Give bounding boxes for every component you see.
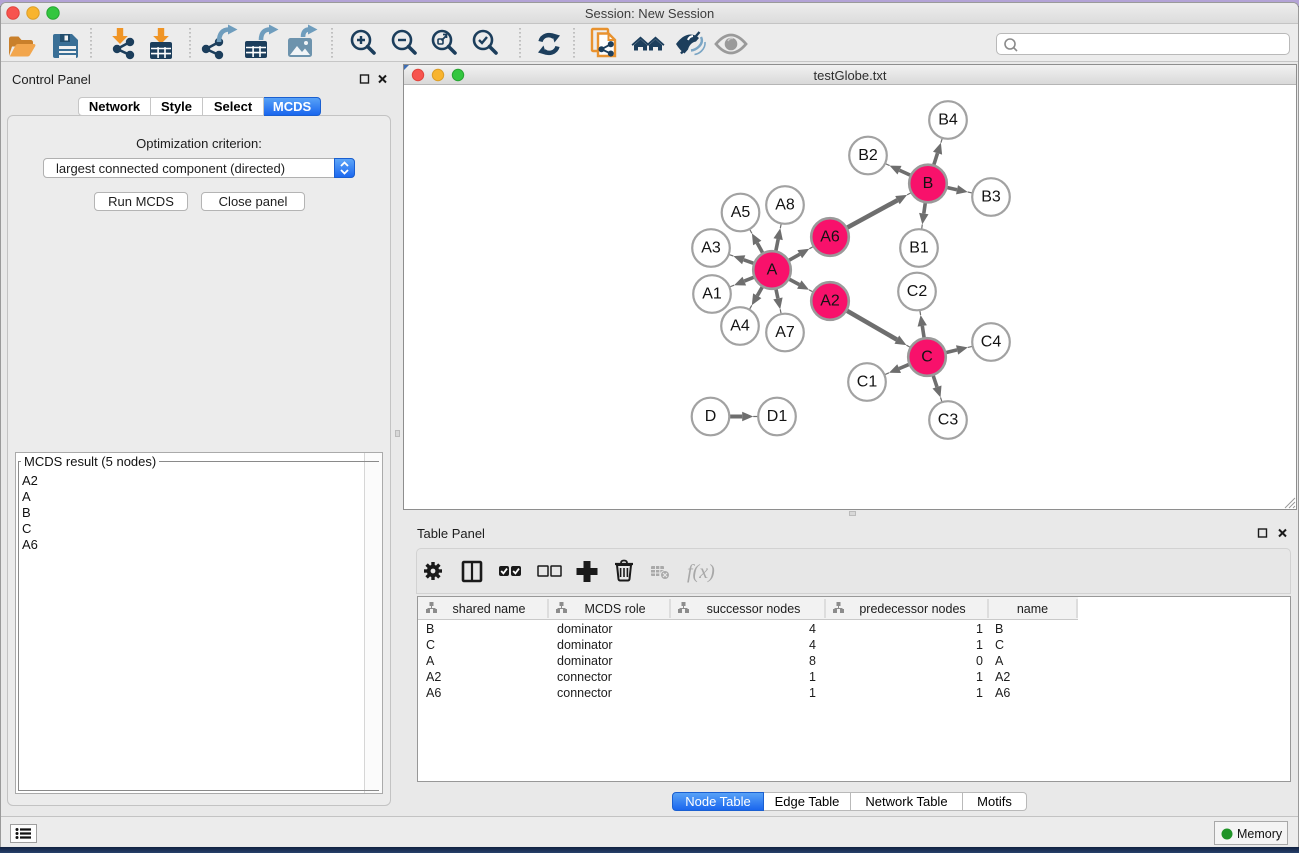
svg-text:A6: A6 bbox=[820, 229, 840, 246]
svg-text:A7: A7 bbox=[775, 324, 795, 341]
svg-text:A2: A2 bbox=[820, 293, 840, 310]
svg-text:predecessor nodes: predecessor nodes bbox=[859, 602, 965, 616]
svg-text:C2: C2 bbox=[907, 283, 928, 300]
svg-text:successor nodes: successor nodes bbox=[707, 602, 801, 616]
svg-text:C: C bbox=[426, 638, 435, 652]
svg-text:1: 1 bbox=[976, 638, 983, 652]
svg-text:8: 8 bbox=[809, 654, 816, 668]
svg-text:name: name bbox=[1017, 602, 1048, 616]
svg-text:D1: D1 bbox=[767, 408, 788, 425]
svg-text:1: 1 bbox=[809, 686, 816, 700]
svg-text:A8: A8 bbox=[775, 197, 795, 214]
svg-text:A2: A2 bbox=[995, 670, 1010, 684]
svg-text:dominator: dominator bbox=[557, 622, 613, 636]
svg-text:D: D bbox=[705, 408, 717, 425]
svg-text:A5: A5 bbox=[731, 204, 751, 221]
svg-text:C4: C4 bbox=[981, 334, 1002, 351]
svg-text:A: A bbox=[767, 262, 778, 279]
svg-text:4: 4 bbox=[809, 622, 816, 636]
svg-text:A: A bbox=[995, 654, 1004, 668]
svg-text:1: 1 bbox=[976, 622, 983, 636]
svg-text:C: C bbox=[995, 638, 1004, 652]
svg-text:4: 4 bbox=[809, 638, 816, 652]
svg-text:C: C bbox=[921, 349, 933, 366]
svg-text:A1: A1 bbox=[702, 286, 722, 303]
svg-text:connector: connector bbox=[557, 670, 612, 684]
svg-text:f(x): f(x) bbox=[687, 561, 715, 583]
svg-text:connector: connector bbox=[557, 686, 612, 700]
svg-text:dominator: dominator bbox=[557, 654, 613, 668]
svg-text:B: B bbox=[426, 622, 434, 636]
svg-text:0: 0 bbox=[976, 654, 983, 668]
svg-text:B: B bbox=[995, 622, 1003, 636]
svg-text:B3: B3 bbox=[981, 189, 1001, 206]
svg-text:A6: A6 bbox=[426, 686, 441, 700]
svg-text:B1: B1 bbox=[909, 240, 929, 257]
svg-text:A: A bbox=[426, 654, 435, 668]
svg-text:B: B bbox=[923, 175, 934, 192]
svg-text:1: 1 bbox=[976, 686, 983, 700]
svg-text:1: 1 bbox=[809, 670, 816, 684]
svg-text:B2: B2 bbox=[858, 147, 878, 164]
svg-text:B4: B4 bbox=[938, 112, 958, 129]
svg-text:C1: C1 bbox=[857, 374, 878, 391]
svg-text:dominator: dominator bbox=[557, 638, 613, 652]
svg-text:shared name: shared name bbox=[453, 602, 526, 616]
svg-text:A6: A6 bbox=[995, 686, 1010, 700]
svg-text:MCDS role: MCDS role bbox=[584, 602, 645, 616]
svg-text:C3: C3 bbox=[938, 412, 959, 429]
svg-text:A3: A3 bbox=[701, 240, 721, 257]
svg-text:A2: A2 bbox=[426, 670, 441, 684]
svg-text:A4: A4 bbox=[730, 318, 750, 335]
svg-text:1: 1 bbox=[976, 670, 983, 684]
